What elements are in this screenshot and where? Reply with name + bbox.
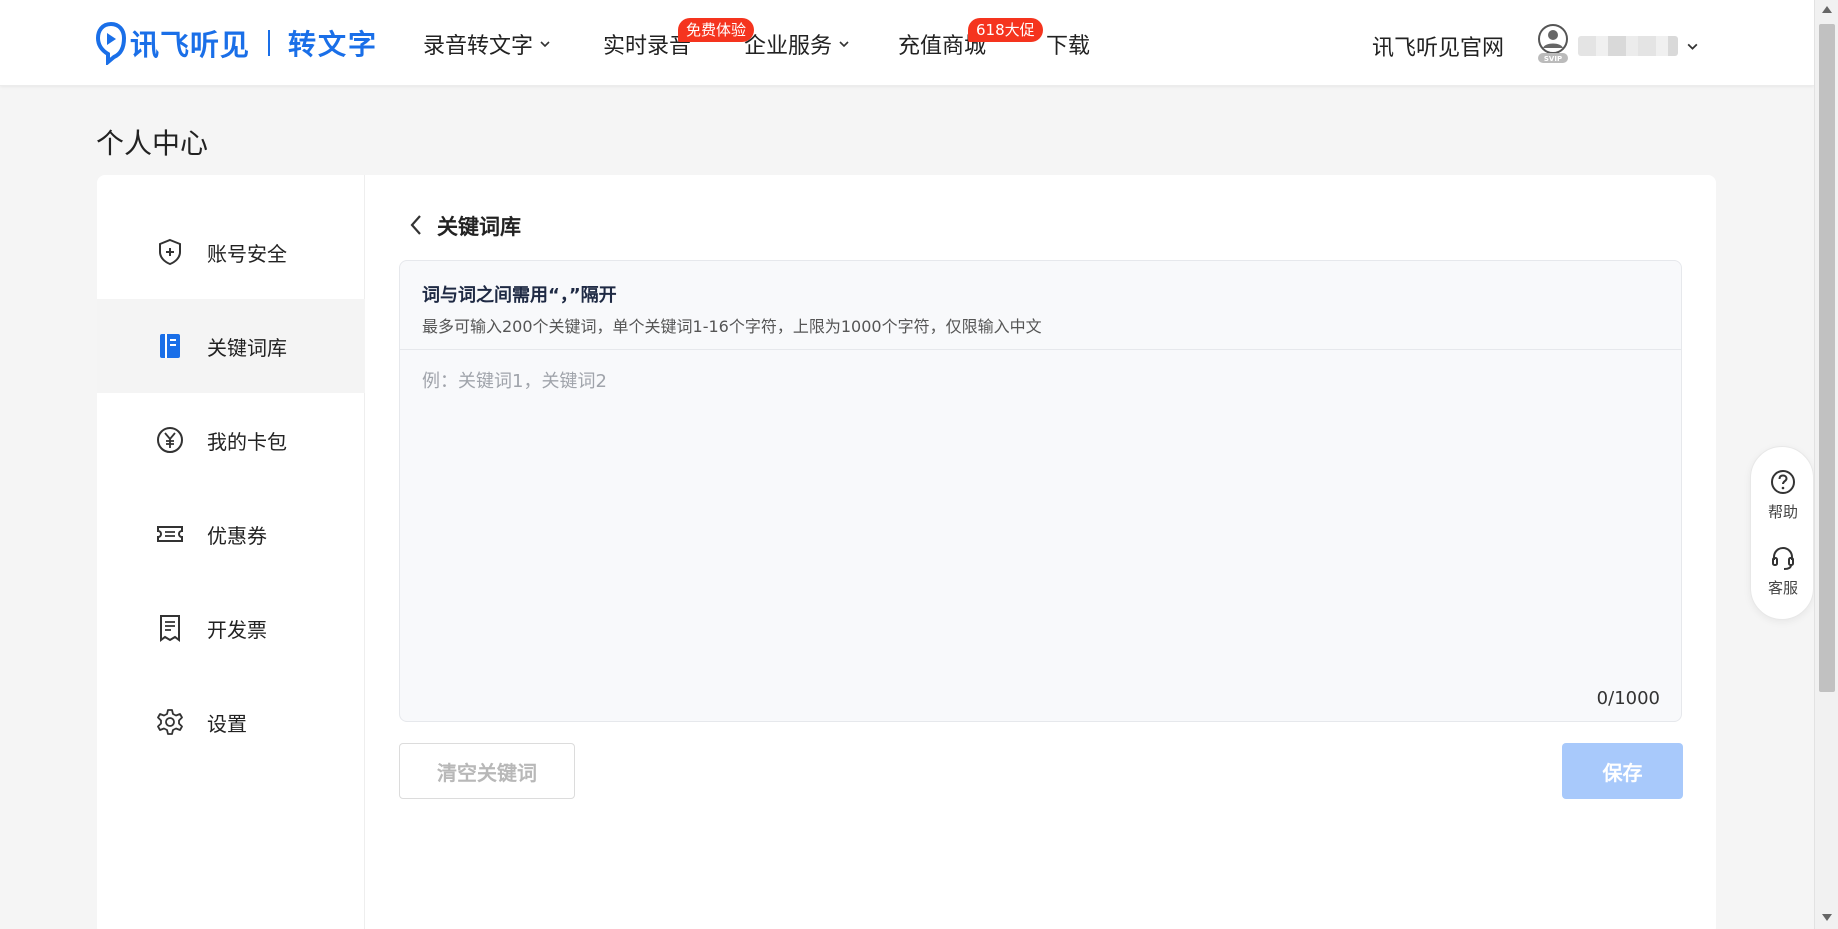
clear-keywords-button[interactable]: 清空关键词 <box>399 743 575 799</box>
headset-icon <box>1772 546 1794 570</box>
sidebar-item-label: 关键词库 <box>207 335 287 360</box>
help-button[interactable]: 帮助 <box>1751 469 1815 539</box>
invoice-icon <box>160 615 180 642</box>
nav-label: 下载 <box>1046 34 1091 59</box>
back-icon[interactable] <box>405 211 427 239</box>
username-redacted[interactable] <box>1578 36 1678 56</box>
service-label: 客服 <box>1767 579 1798 597</box>
gear-icon <box>157 709 183 735</box>
sidebar-item-wallet[interactable]: 我的卡包 <box>97 393 365 487</box>
keyword-input[interactable] <box>422 367 1660 667</box>
char-counter: 0/1000 <box>1596 688 1660 709</box>
settings-card: 账号安全 关键词库 我的卡包 优惠券 开发票 设置 关键词库 词与词之间需用“，… <box>97 175 1716 929</box>
nav-item-transcribe[interactable]: 录音转文字 <box>423 28 551 60</box>
book-icon <box>160 334 180 358</box>
divider <box>400 349 1681 350</box>
sidebar-item-label: 我的卡包 <box>207 429 287 454</box>
sidebar-item-coupons[interactable]: 优惠券 <box>97 487 365 581</box>
sidebar-item-label: 开发票 <box>207 617 267 642</box>
logo-text: 讯飞听见 <box>130 28 251 62</box>
svip-badge: SVIP <box>1544 55 1562 63</box>
customer-service-button[interactable]: 客服 <box>1751 545 1815 615</box>
scroll-thumb[interactable] <box>1819 24 1835 692</box>
chevron-down-icon[interactable] <box>1686 40 1699 53</box>
page-scrollbar[interactable] <box>1814 0 1838 929</box>
tip-title: 词与词之间需用“，”隔开 <box>422 285 617 306</box>
nav-label: 企业服务 <box>744 34 833 59</box>
avatar-icon[interactable]: SVIP <box>1536 24 1570 64</box>
scroll-up-arrow[interactable] <box>1822 6 1832 13</box>
yen-icon <box>157 427 183 453</box>
sidebar-item-label: 优惠券 <box>207 523 267 548</box>
logo-divider <box>268 30 271 56</box>
page-title: 个人中心 <box>96 127 209 160</box>
keyword-library-panel: 关键词库 词与词之间需用“，”隔开 最多可输入200个关键词，单个关键词1-16… <box>365 175 1716 929</box>
sidebar-item-settings[interactable]: 设置 <box>97 675 365 769</box>
ticket-icon <box>157 526 183 542</box>
official-site-link[interactable]: 讯飞听见官网 <box>1372 30 1504 62</box>
sidebar-item-label: 设置 <box>207 711 247 736</box>
question-icon <box>1771 470 1795 494</box>
sidebar: 账号安全 关键词库 我的卡包 优惠券 开发票 设置 <box>97 175 365 929</box>
chevron-down-icon <box>540 41 550 48</box>
floating-helper: 帮助 客服 <box>1750 446 1814 620</box>
nav-item-download[interactable]: 下载 <box>1046 28 1090 60</box>
logo-icon <box>96 21 126 65</box>
sidebar-item-keywords[interactable]: 关键词库 <box>97 299 365 393</box>
nav-item-enterprise[interactable]: 企业服务 <box>744 28 850 60</box>
promo-badge: 618大促 <box>968 18 1043 42</box>
free-trial-badge: 免费体验 <box>678 18 755 42</box>
keyword-editor: 词与词之间需用“，”隔开 最多可输入200个关键词，单个关键词1-16个字符，上… <box>399 260 1682 722</box>
shield-icon <box>159 238 181 266</box>
sidebar-item-label: 账号安全 <box>207 241 287 266</box>
sidebar-item-account-security[interactable]: 账号安全 <box>97 205 365 299</box>
logo-subtitle: 转文字 <box>288 28 379 61</box>
save-button[interactable]: 保存 <box>1562 743 1683 799</box>
chevron-down-icon <box>839 41 849 48</box>
tip-description: 最多可输入200个关键词，单个关键词1-16个字符，上限为1000个字符，仅限输… <box>422 317 1042 336</box>
top-header: 讯飞听见 转文字 录音转文字 实时录音 免费体验 企业服务 充值商城 618大促… <box>0 0 1814 86</box>
section-title: 关键词库 <box>437 215 521 239</box>
brand-logo[interactable]: 讯飞听见 转文字 <box>96 20 378 66</box>
scroll-down-arrow[interactable] <box>1822 914 1832 921</box>
nav-label: 录音转文字 <box>423 34 534 59</box>
sidebar-item-invoice[interactable]: 开发票 <box>97 581 365 675</box>
help-label: 帮助 <box>1767 503 1798 521</box>
